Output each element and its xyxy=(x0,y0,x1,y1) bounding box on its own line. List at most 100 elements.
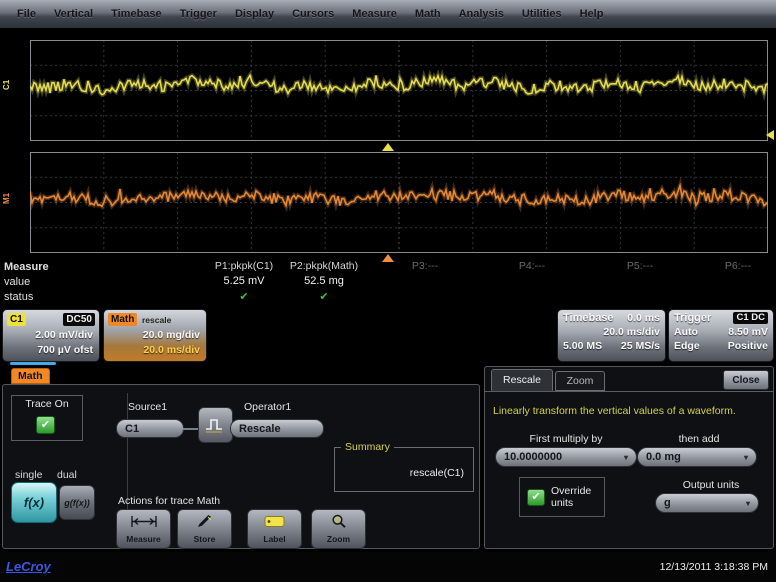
measure-row-label: Measure xyxy=(4,261,49,273)
c1-coupling-badge: DC50 xyxy=(63,313,95,326)
status-bar: LeCroy 12/13/2011 3:18:38 PM xyxy=(0,552,776,582)
measure-status-icon xyxy=(600,290,680,304)
summary-box: Summary rescale(C1) xyxy=(334,447,474,492)
trigger-type: Edge xyxy=(674,340,700,352)
source1-select[interactable]: C1 xyxy=(116,419,184,438)
trigger-source-badge: C1 DC xyxy=(733,312,768,324)
override-units-checkbox[interactable]: ✔ xyxy=(527,489,545,506)
multiply-value: 10.0000000 xyxy=(504,451,562,463)
measure-icon xyxy=(130,515,158,533)
timebase-scale: 20.0 ms/div xyxy=(603,326,660,338)
math-axis-label: M1 xyxy=(2,193,11,204)
menu-item-utilities[interactable]: Utilities xyxy=(513,8,571,20)
trace-on-group: Trace On ✔ xyxy=(11,395,83,441)
c1-offset: 700 µV ofst xyxy=(37,344,93,356)
math-dialog-tab[interactable]: Math xyxy=(11,368,50,384)
connector-line xyxy=(183,428,199,430)
grid-math xyxy=(30,152,768,253)
grid-c1 xyxy=(30,40,768,141)
trigger-descriptor[interactable]: Trigger C1 DC Auto 8.50 mV Edge Positive xyxy=(668,309,774,362)
waveform-area: C1 M1 xyxy=(0,28,776,260)
trigger-level-marker[interactable] xyxy=(766,130,774,140)
measure-col-p6[interactable]: P6:--- xyxy=(706,260,770,304)
measure-status-icon xyxy=(492,290,572,304)
tab-rescale[interactable]: Rescale xyxy=(491,369,553,391)
measure-header: P2:pkpk(Math) xyxy=(268,260,380,275)
measure-col-p3[interactable]: P3:--- xyxy=(385,260,465,304)
menu-item-file[interactable]: File xyxy=(8,8,45,20)
close-button[interactable]: Close xyxy=(723,370,769,390)
math-function-text: rescale xyxy=(142,315,171,325)
timebase-title: Timebase xyxy=(563,312,614,324)
lecroy-logo[interactable]: LeCroy xyxy=(6,559,51,574)
oscilloscope-screen: FileVerticalTimebaseTriggerDisplayCursor… xyxy=(0,0,776,582)
trigger-position-marker-c1[interactable] xyxy=(382,143,394,151)
c1-axis-label: C1 xyxy=(2,80,11,90)
measure-status-icon xyxy=(706,290,770,304)
trace-on-label: Trace On xyxy=(12,398,82,410)
store-button[interactable]: Store xyxy=(177,509,232,549)
menu-item-measure[interactable]: Measure xyxy=(343,8,406,20)
c1-descriptor[interactable]: C1 DC50 2.00 mV/div 700 µV ofst xyxy=(2,309,100,362)
math-scale: 20.0 mg/div xyxy=(143,329,200,341)
add-input[interactable]: 0.0 mg ▾ xyxy=(637,447,757,467)
datetime-display: 12/13/2011 3:18:38 PM xyxy=(660,561,768,573)
actions-label: Actions for trace Math xyxy=(118,495,220,507)
waveform-pulse-icon xyxy=(204,415,228,435)
measure-button[interactable]: Measure xyxy=(116,509,171,549)
operator-icon-button[interactable] xyxy=(198,407,233,443)
menu-item-timebase[interactable]: Timebase xyxy=(102,8,171,20)
source1-label: Source1 xyxy=(128,401,167,413)
timebase-offset: 0.0 ms xyxy=(627,312,660,324)
zoom-icon xyxy=(331,514,347,533)
menu-item-display[interactable]: Display xyxy=(226,8,283,20)
label-button[interactable]: Label xyxy=(247,509,302,549)
summary-value: rescale(C1) xyxy=(410,467,464,479)
operator1-value: Rescale xyxy=(239,423,281,435)
operator1-select[interactable]: Rescale xyxy=(230,419,324,438)
trigger-mode: Auto xyxy=(674,326,698,338)
check-icon: ✔ xyxy=(531,492,540,503)
tab-zoom[interactable]: Zoom xyxy=(555,371,605,391)
math-chip: Math xyxy=(108,313,137,326)
c1-chip: C1 xyxy=(7,313,26,326)
measure-col-p2[interactable]: P2:pkpk(Math)52.5 mg✔ xyxy=(268,260,380,304)
measure-value: 52.5 mg xyxy=(268,275,380,290)
measure-col-p4[interactable]: P4:--- xyxy=(492,260,572,304)
measure-table: Measure value status P1:pkpk(C1)5.25 mV✔… xyxy=(0,260,776,307)
check-icon: ✔ xyxy=(41,420,50,431)
value-row-label: value xyxy=(4,276,30,288)
measure-value xyxy=(600,275,680,290)
operator1-label: Operator1 xyxy=(244,401,291,413)
add-value: 0.0 mg xyxy=(646,451,681,463)
override-units-label: Override units xyxy=(551,485,599,509)
measure-col-p5[interactable]: P5:--- xyxy=(600,260,680,304)
menu-item-help[interactable]: Help xyxy=(571,8,613,20)
measure-header: P6:--- xyxy=(706,260,770,275)
trigger-slope: Positive xyxy=(728,340,768,352)
trigger-title: Trigger xyxy=(674,312,711,324)
timebase-descriptor[interactable]: Timebase 0.0 ms 20.0 ms/div 5.00 MS 25 M… xyxy=(557,309,666,362)
output-units-input[interactable]: g ▾ xyxy=(655,493,759,513)
measure-status-icon: ✔ xyxy=(268,290,380,304)
menu-item-vertical[interactable]: Vertical xyxy=(45,8,102,20)
measure-header: P5:--- xyxy=(600,260,680,275)
status-row-label: status xyxy=(4,291,33,303)
label-icon xyxy=(263,515,287,533)
output-units-label: Output units xyxy=(655,479,767,491)
trigger-level: 8.50 mV xyxy=(728,326,768,338)
measure-value xyxy=(706,275,770,290)
menu-item-analysis[interactable]: Analysis xyxy=(450,8,513,20)
math-descriptor[interactable]: Math rescale 20.0 mg/div 20.0 ms/div xyxy=(103,309,207,362)
menu-bar: FileVerticalTimebaseTriggerDisplayCursor… xyxy=(0,0,776,28)
trace-on-checkbox[interactable]: ✔ xyxy=(36,416,55,434)
math-dialog: Math Trace On ✔ single dual f(x) g(f(x))… xyxy=(2,384,480,549)
output-units-value: g xyxy=(664,497,671,509)
multiply-input[interactable]: 10.0000000 ▾ xyxy=(495,447,637,467)
zoom-button[interactable]: Zoom xyxy=(311,509,366,549)
menu-item-math[interactable]: Math xyxy=(406,8,450,20)
menu-item-cursors[interactable]: Cursors xyxy=(283,8,343,20)
menu-item-trigger[interactable]: Trigger xyxy=(171,8,226,20)
summary-label: Summary xyxy=(341,441,394,453)
measure-value xyxy=(385,275,465,290)
